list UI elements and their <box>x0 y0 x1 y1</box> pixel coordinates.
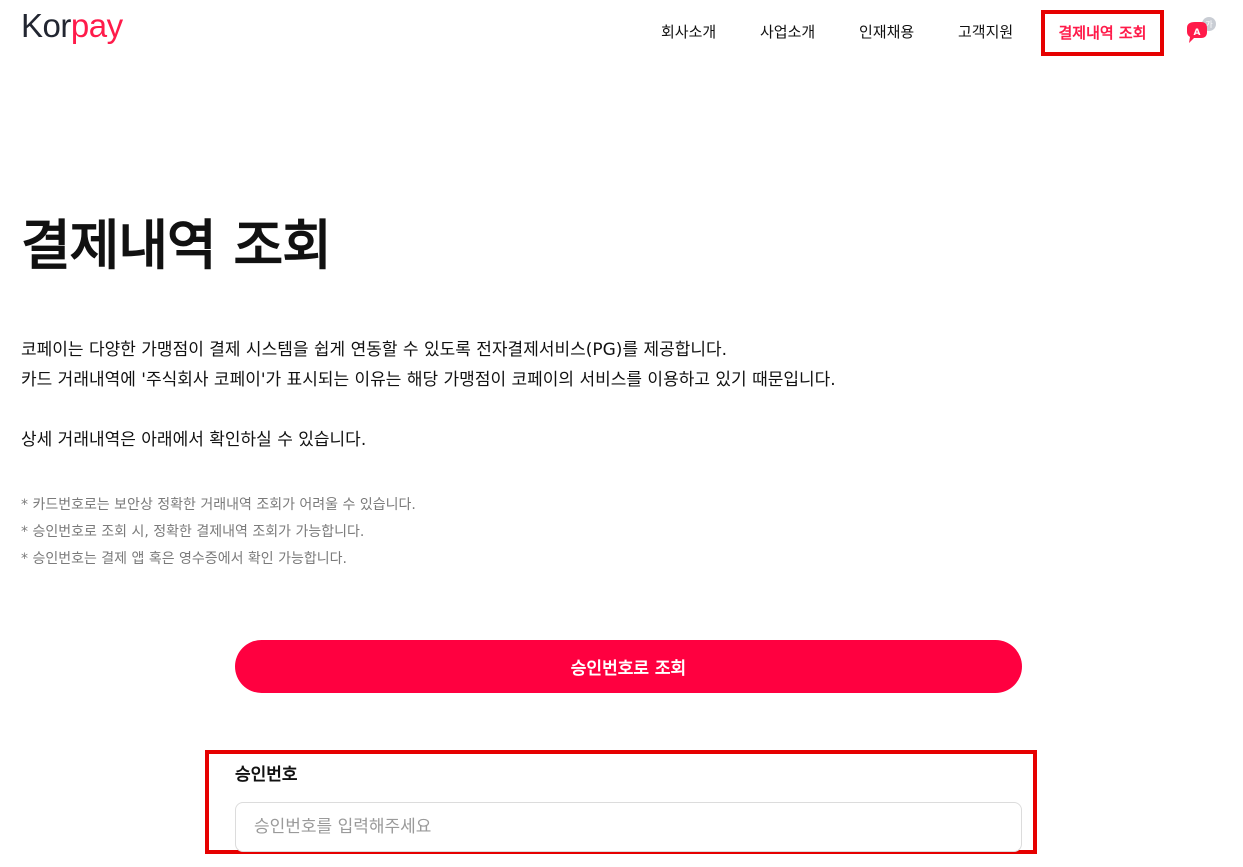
site-header: Korpay 회사소개 사업소개 인재채용 고객지원 결제내역 조회 가 A <box>0 0 1243 64</box>
approval-number-input[interactable] <box>235 802 1022 852</box>
svg-text:A: A <box>1194 28 1201 38</box>
page: Korpay 회사소개 사업소개 인재채용 고객지원 결제내역 조회 가 A 결… <box>0 0 1243 867</box>
page-title: 결제내역 조회 <box>21 214 332 277</box>
nav-item-payment-lookup[interactable]: 결제내역 조회 <box>1041 10 1164 56</box>
note-line-3: * 승인번호는 결제 앱 혹은 영수증에서 확인 가능합니다. <box>21 551 347 567</box>
description-line-2: 카드 거래내역에 '주식회사 코페이'가 표시되는 이유는 해당 가맹점이 코페… <box>21 370 836 390</box>
note-line-1: * 카드번호로는 보안상 정확한 거래내역 조회가 어려울 수 있습니다. <box>21 497 416 513</box>
translate-icon: 가 A <box>1187 17 1216 43</box>
approval-number-label: 승인번호 <box>235 765 298 785</box>
language-button[interactable]: 가 A <box>1185 16 1221 46</box>
nav-item-support[interactable]: 고객지원 <box>958 10 1013 56</box>
nav-item-careers[interactable]: 인재채용 <box>859 10 914 56</box>
nav-item-business[interactable]: 사업소개 <box>760 10 815 56</box>
note-line-2: * 승인번호로 조회 시, 정확한 결제내역 조회가 가능합니다. <box>21 524 365 540</box>
main-nav: 회사소개 사업소개 인재채용 고객지원 결제내역 조회 <box>0 10 1243 56</box>
search-by-approval-number-button[interactable]: 승인번호로 조회 <box>235 640 1022 693</box>
description-line-3: 상세 거래내역은 아래에서 확인하실 수 있습니다. <box>21 430 367 450</box>
description-line-1: 코페이는 다양한 가맹점이 결제 시스템을 쉽게 연동할 수 있도록 전자결제서… <box>21 340 728 360</box>
nav-item-company[interactable]: 회사소개 <box>661 10 716 56</box>
